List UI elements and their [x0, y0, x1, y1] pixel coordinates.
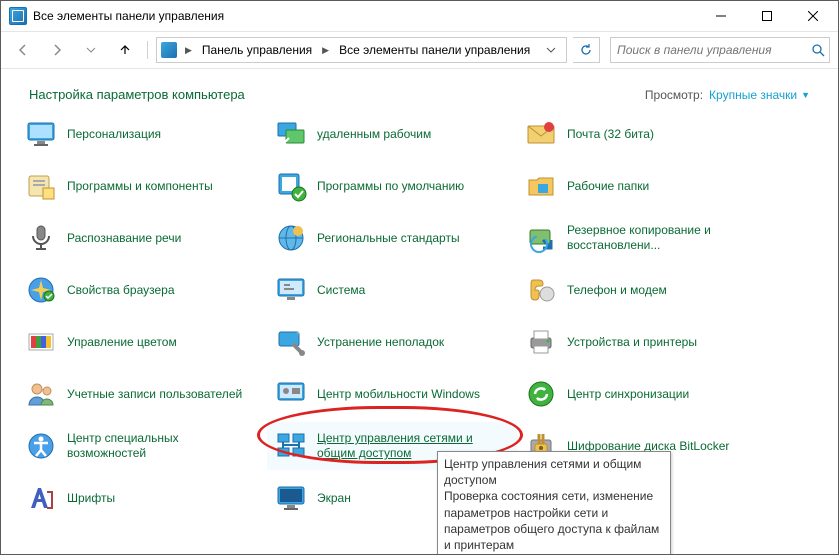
breadcrumb-bar[interactable]: ▶ Панель управления ▶ Все элементы панел… [156, 37, 567, 63]
titlebar: Все элементы панели управления [1, 1, 838, 32]
mic-icon [25, 222, 57, 254]
cpl-item-label: Региональные стандарты [317, 231, 460, 246]
remote-icon [275, 118, 307, 150]
cpl-item-label: Учетные записи пользователей [67, 387, 242, 402]
breadcrumb-icon [161, 42, 177, 58]
search-box[interactable] [610, 37, 830, 63]
cpl-item-label: Экран [317, 491, 351, 506]
system-icon [275, 274, 307, 306]
titlebar-app-icon [9, 7, 27, 25]
tooltip: Центр управления сетями и общим доступом… [437, 451, 671, 555]
history-dropdown[interactable] [77, 36, 105, 64]
cpl-item-users[interactable]: Учетные записи пользователей [17, 370, 267, 418]
cpl-item-label: Система [317, 283, 365, 298]
sync-icon [525, 378, 557, 410]
backup-icon [525, 222, 557, 254]
cpl-item-label: удаленным рабочим [317, 127, 431, 142]
chevron-right-icon[interactable]: ▶ [181, 45, 196, 56]
printer-icon [525, 326, 557, 358]
cpl-item-label: Резервное копирование и восстановлени... [567, 223, 757, 253]
display-icon [275, 482, 307, 514]
cpl-item-fonts[interactable]: Шрифты [17, 474, 267, 522]
cpl-item-label: Распознавание речи [67, 231, 181, 246]
cpl-item-programs[interactable]: Программы и компоненты [17, 162, 267, 210]
cpl-item-mic[interactable]: Распознавание речи [17, 214, 267, 262]
cpl-item-troubleshoot[interactable]: Устранение неполадок [267, 318, 517, 366]
cpl-item-label: Персонализация [67, 127, 161, 142]
chevron-down-icon[interactable]: ▼ [801, 90, 810, 100]
chevron-right-icon[interactable]: ▶ [318, 45, 333, 56]
cpl-item-label: Почта (32 бита) [567, 127, 654, 142]
minimize-button[interactable] [698, 1, 744, 31]
troubleshoot-icon [275, 326, 307, 358]
view-mode-dropdown[interactable]: Крупные значки [709, 88, 797, 102]
ease-icon [25, 430, 57, 462]
cpl-item-mobility[interactable]: Центр мобильности Windows [267, 370, 517, 418]
control-panel-window: Все элементы панели управления ▶ Панель … [0, 0, 839, 555]
cpl-item-label: Центр мобильности Windows [317, 387, 480, 402]
cpl-item-browser[interactable]: Свойства браузера [17, 266, 267, 314]
color-icon [25, 326, 57, 358]
cpl-item-label: Устранение неполадок [317, 335, 444, 350]
back-button[interactable] [9, 36, 37, 64]
breadcrumb-segment-root[interactable]: Панель управления [196, 39, 318, 61]
users-icon [25, 378, 57, 410]
cpl-item-label: Свойства браузера [67, 283, 175, 298]
cpl-item-label: Устройства и принтеры [567, 335, 697, 350]
cpl-item-color[interactable]: Управление цветом [17, 318, 267, 366]
search-icon[interactable] [811, 43, 825, 57]
cpl-item-remote[interactable]: удаленным рабочим [267, 110, 517, 158]
mail-icon [525, 118, 557, 150]
cpl-item-label: Центр синхронизации [567, 387, 689, 402]
window-title: Все элементы панели управления [33, 9, 698, 23]
cpl-item-label: Центр специальных возможностей [67, 431, 257, 461]
cpl-item-workfolders[interactable]: Рабочие папки [517, 162, 767, 210]
cpl-item-ease[interactable]: Центр специальных возможностей [17, 422, 267, 470]
network-icon [275, 430, 307, 462]
cpl-item-label: Программы и компоненты [67, 179, 213, 194]
breadcrumb-dropdown[interactable] [540, 39, 562, 61]
cpl-item-monitor[interactable]: Персонализация [17, 110, 267, 158]
separator [147, 41, 148, 59]
fonts-icon [25, 482, 57, 514]
programs-icon [25, 170, 57, 202]
cpl-item-label: Программы по умолчанию [317, 179, 464, 194]
cpl-item-sync[interactable]: Центр синхронизации [517, 370, 767, 418]
page-title: Настройка параметров компьютера [29, 87, 645, 102]
breadcrumb-segment-current[interactable]: Все элементы панели управления [333, 39, 536, 61]
cpl-item-label: Управление цветом [67, 335, 177, 350]
cpl-item-label: Телефон и модем [567, 283, 667, 298]
navbar: ▶ Панель управления ▶ Все элементы панел… [1, 32, 838, 69]
forward-button[interactable] [43, 36, 71, 64]
workfolders-icon [525, 170, 557, 202]
cpl-item-backup[interactable]: Резервное копирование и восстановлени... [517, 214, 767, 262]
search-input[interactable] [615, 42, 811, 58]
cpl-item-system[interactable]: Система [267, 266, 517, 314]
view-label: Просмотр: [645, 88, 703, 102]
content-area: Настройка параметров компьютера Просмотр… [1, 69, 838, 554]
defaults-icon [275, 170, 307, 202]
refresh-button[interactable] [573, 37, 600, 63]
cpl-item-phone[interactable]: Телефон и модем [517, 266, 767, 314]
maximize-button[interactable] [744, 1, 790, 31]
browser-icon [25, 274, 57, 306]
cpl-item-globe[interactable]: Региональные стандарты [267, 214, 517, 262]
cpl-item-language[interactable]: Язык [17, 526, 267, 540]
mobility-icon [275, 378, 307, 410]
items-grid: Персонализация удаленным рабочим Почта (32… [1, 110, 838, 540]
monitor-icon [25, 118, 57, 150]
globe-icon [275, 222, 307, 254]
up-button[interactable] [111, 36, 139, 64]
cpl-item-label: Рабочие папки [567, 179, 649, 194]
cpl-item-mail[interactable]: Почта (32 бита) [517, 110, 767, 158]
language-icon [25, 534, 57, 540]
cpl-item-label: Шрифты [67, 491, 115, 506]
cpl-item-defaults[interactable]: Программы по умолчанию [267, 162, 517, 210]
close-button[interactable] [790, 1, 836, 31]
cpl-item-printer[interactable]: Устройства и принтеры [517, 318, 767, 366]
phone-icon [525, 274, 557, 306]
